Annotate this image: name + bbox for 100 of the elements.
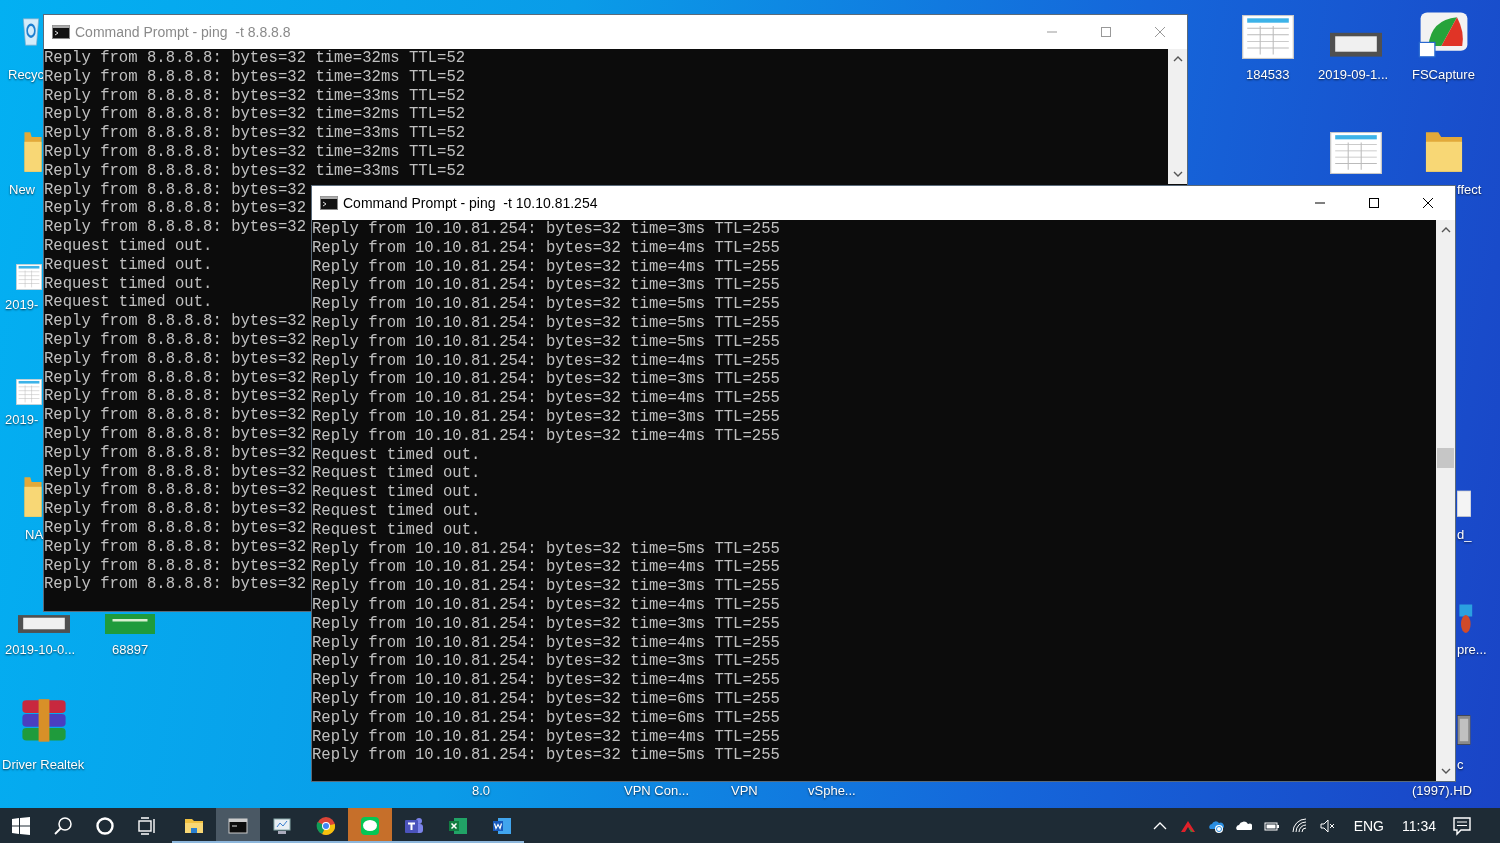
- card-thumbnail-icon[interactable]: [105, 614, 155, 634]
- window-title: Command Prompt - ping -t 10.10.81.254: [343, 195, 599, 211]
- scrollbar[interactable]: [1436, 220, 1455, 781]
- scroll-up-icon[interactable]: [1439, 225, 1452, 235]
- desktop-icon-label[interactable]: 68897: [112, 642, 149, 658]
- console-line: Reply from 10.10.81.254: bytes=32 time=5ms TTL=255: [312, 314, 780, 333]
- desktop-icon-label[interactable]: VPN: [731, 783, 758, 799]
- desktop-icon-label[interactable]: Recyc: [8, 67, 45, 83]
- maximize-icon[interactable]: [1368, 197, 1380, 209]
- console-line: Reply from 10.10.81.254: bytes=32 time=5ms TTL=255: [312, 539, 780, 559]
- console-line: Reply from 8.8.8.8: bytes=32: [44, 218, 307, 237]
- desktop-icon-label[interactable]: d_: [1457, 527, 1472, 543]
- scroll-down-icon[interactable]: [1439, 766, 1452, 776]
- console-line: Reply from 8.8.8.8: bytes=32 time=33ms TTL=52: [44, 124, 466, 143]
- document-icon[interactable]: [492, 815, 512, 836]
- terminal-icon: [52, 25, 70, 39]
- desktop-icon-label[interactable]: VPN Con...: [624, 783, 690, 799]
- desktop-icon-label[interactable]: New: [9, 182, 35, 198]
- console-line: Reply from 8.8.8.8: bytes=32: [44, 556, 307, 576]
- task-view-icon[interactable]: [137, 815, 157, 836]
- console-line: Request timed out.: [44, 236, 213, 256]
- notification-icon[interactable]: [1452, 815, 1472, 836]
- desktop-icon-label[interactable]: (1997).HD: [1412, 783, 1472, 799]
- wifi-icon[interactable]: [1291, 817, 1308, 834]
- console-line: Reply from 10.10.81.254: bytes=32 time=3ms TTL=255: [312, 652, 780, 672]
- console-line: Reply from 8.8.8.8: bytes=32: [44, 443, 307, 463]
- console-line: Reply from 10.10.81.254: bytes=32 time=6ms TTL=255: [312, 689, 780, 709]
- console-line: Reply from 8.8.8.8: bytes=32: [44, 481, 307, 501]
- muted-speaker-icon[interactable]: [1319, 817, 1336, 834]
- console-line: Reply from 10.10.81.254: bytes=32 time=5ms TTL=255: [312, 332, 780, 352]
- desktop-icon-label[interactable]: vSphe...: [808, 783, 856, 799]
- search-icon[interactable]: [53, 815, 73, 836]
- spreadsheet-thumbnail-icon[interactable]: [1242, 15, 1294, 59]
- console-line: Reply from 8.8.8.8: bytes=32 time=32ms TTL=52: [44, 49, 466, 68]
- screenshot-thumbnail-icon[interactable]: [1330, 30, 1382, 58]
- desktop-icon-label[interactable]: 8.0: [472, 783, 491, 799]
- spreadsheet-thumbnail-icon[interactable]: [1330, 132, 1382, 174]
- desktop-icon-label[interactable]: ffect: [1457, 182, 1482, 198]
- console-line: Reply from 10.10.81.254: bytes=32 time=4ms TTL=255: [312, 671, 780, 690]
- console-line: Reply from 10.10.81.254: bytes=32 time=3ms TTL=255: [312, 407, 780, 427]
- console-line: Reply from 10.10.81.254: bytes=32 time=3ms TTL=255: [312, 614, 780, 634]
- desktop-icon-label[interactable]: 2019-10-0...: [5, 642, 76, 658]
- console-line: Reply from 10.10.81.254: bytes=32 time=4ms TTL=255: [312, 558, 780, 578]
- console-line: Reply from 8.8.8.8: bytes=32: [44, 575, 307, 595]
- console-line: Reply from 10.10.81.254: bytes=32 time=4ms TTL=255: [312, 257, 780, 277]
- circle-icon[interactable]: [95, 815, 115, 836]
- spreadsheet-thumbnail-icon[interactable]: [16, 379, 42, 405]
- console-line: Reply from 10.10.81.254: bytes=32 time=4ms TTL=255: [312, 238, 780, 258]
- console-line: Reply from 8.8.8.8: bytes=32: [44, 349, 307, 369]
- monitor-icon[interactable]: [272, 815, 292, 836]
- console-line: Reply from 10.10.81.254: bytes=32 time=3ms TTL=255: [312, 220, 780, 239]
- console-line: Reply from 10.10.81.254: bytes=32 time=4ms TTL=255: [312, 633, 780, 653]
- spreadsheet-thumbnail-icon[interactable]: [16, 264, 42, 290]
- windows-logo-icon[interactable]: [11, 815, 31, 836]
- console-line: Reply from 8.8.8.8: bytes=32: [44, 368, 307, 388]
- capture-app-icon[interactable]: [1418, 10, 1470, 58]
- close-icon[interactable]: [1422, 197, 1434, 209]
- terminal-icon[interactable]: [228, 815, 248, 836]
- console-line: Reply from 8.8.8.8: bytes=32 time=32ms TTL=52: [44, 143, 466, 162]
- terminal-app-button[interactable]: [216, 808, 260, 843]
- console-line: Request timed out.: [312, 464, 481, 484]
- console-line: Reply from 8.8.8.8: bytes=32: [44, 500, 307, 519]
- console-line: Reply from 8.8.8.8: bytes=32 time=33ms TTL=52: [44, 86, 466, 106]
- console-line: Reply from 10.10.81.254: bytes=32 time=3ms TTL=255: [312, 370, 780, 390]
- desktop-icon-label[interactable]: 2019-: [5, 412, 39, 428]
- desktop-icon-label[interactable]: 2019-09-1...: [1318, 67, 1389, 83]
- window-title: Command Prompt - ping -t 8.8.8.8: [75, 24, 292, 40]
- screenshot-thumbnail-icon[interactable]: [18, 613, 70, 634]
- desktop-icon-label[interactable]: NA: [25, 527, 44, 543]
- language-indicator[interactable]: ENG: [1353, 817, 1384, 834]
- console-line: Reply from 10.10.81.254: bytes=32 time=4ms TTL=255: [312, 389, 780, 408]
- console-line: Request timed out.: [312, 483, 481, 502]
- terminal-icon: [320, 196, 338, 210]
- console-line: Reply from 10.10.81.254: bytes=32 time=3ms TTL=255: [312, 577, 780, 596]
- console-line: Reply from 8.8.8.8: bytes=32 time=32ms TTL=52: [44, 67, 466, 87]
- spreadsheet-icon[interactable]: [448, 815, 468, 836]
- console-line: Request timed out.: [44, 293, 213, 313]
- console-line: Reply from 10.10.81.254: bytes=32 time=4ms TTL=255: [312, 727, 780, 747]
- console-line: Reply from 10.10.81.254: bytes=32 time=4ms TTL=255: [312, 595, 780, 615]
- desktop-icon-label[interactable]: c: [1457, 757, 1464, 773]
- scroll-thumb[interactable]: [1437, 448, 1454, 468]
- desktop-icon-label[interactable]: Driver Realtek: [2, 757, 85, 773]
- desktop-icon-label[interactable]: pre...: [1457, 642, 1487, 658]
- desktop-icon-label[interactable]: FSCapture: [1412, 67, 1475, 83]
- console-line: Request timed out.: [312, 445, 481, 465]
- chat-app-button[interactable]: [348, 808, 392, 843]
- team-chat-icon[interactable]: [404, 815, 424, 836]
- clock[interactable]: 11:34: [1402, 817, 1436, 834]
- console-line: Reply from 10.10.81.254: bytes=32 time=5ms TTL=255: [312, 746, 780, 766]
- browser-icon[interactable]: [316, 815, 336, 836]
- film-icon[interactable]: [1457, 714, 1471, 746]
- console-line: Reply from 10.10.81.254: bytes=32 time=6ms TTL=255: [312, 708, 780, 728]
- console-line: Reply from 10.10.81.254: bytes=32 time=4ms TTL=255: [312, 426, 780, 446]
- presentation-icon[interactable]: [1457, 603, 1473, 633]
- console-line: Reply from 10.10.81.254: bytes=32 time=4ms TTL=255: [312, 351, 780, 371]
- console-line: Reply from 8.8.8.8: bytes=32: [44, 330, 307, 350]
- desktop-icon-label[interactable]: 184533: [1246, 67, 1290, 83]
- chat-bubble-icon[interactable]: [360, 815, 380, 836]
- console-line: Reply from 8.8.8.8: bytes=32 time=32ms TTL=52: [44, 105, 466, 125]
- desktop-icon-label[interactable]: 2019-: [5, 297, 39, 313]
